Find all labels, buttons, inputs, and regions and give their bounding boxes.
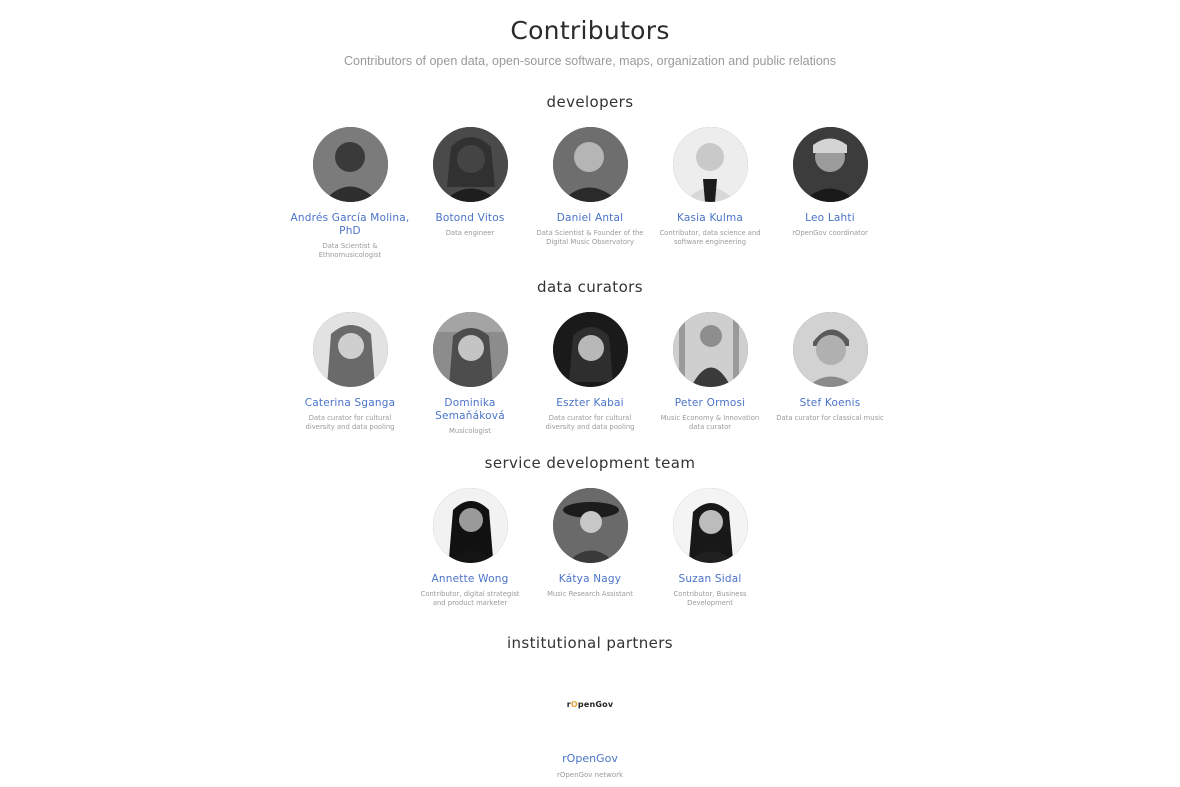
contributor-role: rOpenGov coordinator [792, 229, 868, 237]
partner-role: rOpenGov network [556, 771, 624, 779]
contributor-role: Contributor, data science and software e… [659, 229, 761, 246]
contributor-card: Daniel Antal Data Scientist & Founder of… [530, 127, 650, 247]
contributor-role: Music Economy & Innovation data curator [660, 414, 760, 431]
avatar[interactable] [432, 127, 508, 202]
contributor-card: Annette Wong Contributor, digital strate… [410, 488, 530, 608]
avatar[interactable] [432, 488, 508, 563]
section-title-data-curators: data curators [537, 278, 643, 296]
section-title-developers: developers [546, 93, 634, 111]
partner-name[interactable]: rOpenGov [0, 752, 1180, 765]
contributor-card: Botond Vitos Data engineer [410, 127, 530, 238]
contributor-role: Music Research Assistant [547, 590, 633, 598]
contributor-card: Andrés García Molina, PhD Data Scientist… [290, 127, 410, 260]
contributor-name[interactable]: Daniel Antal [530, 212, 650, 225]
avatar[interactable] [552, 312, 628, 387]
contributor-name[interactable]: Caterina Sganga [290, 397, 410, 410]
avatar[interactable] [552, 127, 628, 202]
avatar[interactable] [792, 312, 868, 387]
contributor-card: Caterina Sganga Data curator for cultura… [290, 312, 410, 432]
contributor-role: Data curator for cultural diversity and … [305, 414, 395, 431]
contributor-role: Data curator for classical music [776, 414, 884, 422]
contributor-name[interactable]: Stef Koenis [770, 397, 890, 410]
contributor-name[interactable]: Kátya Nagy [530, 573, 650, 586]
section-title-institutional-partners: institutional partners [506, 634, 674, 652]
contributor-name[interactable]: Peter Ormosi [650, 397, 770, 410]
contributor-role: Data engineer [445, 229, 495, 237]
contributor-name[interactable]: Andrés García Molina, PhD [290, 212, 410, 238]
contributor-name[interactable]: Eszter Kabai [530, 397, 650, 410]
contributor-card: Kátya Nagy Music Research Assistant [530, 488, 650, 599]
avatar[interactable] [312, 127, 388, 202]
contributor-name[interactable]: Dominika Semaňáková [410, 397, 530, 423]
contributor-card: Stef Koenis Data curator for classical m… [770, 312, 890, 423]
ropengov-logo[interactable]: rOpenGov [0, 700, 1180, 709]
contributor-role: Musicologist [449, 427, 491, 435]
contributor-card: Kasia Kulma Contributor, data science an… [650, 127, 770, 247]
avatar[interactable] [312, 312, 388, 387]
section-title-service-development-team: service development team [484, 454, 696, 472]
contributors-page: Contributors Contributors of open data, … [0, 0, 1180, 787]
contributor-card: Leo Lahti rOpenGov coordinator [770, 127, 890, 238]
contributor-role: Data curator for cultural diversity and … [545, 414, 635, 431]
avatar[interactable] [792, 127, 868, 202]
page-title: Contributors [510, 16, 670, 45]
contributor-name[interactable]: Annette Wong [410, 573, 530, 586]
contributor-role: Contributor, digital strategist and prod… [420, 590, 520, 607]
contributor-card: Peter Ormosi Music Economy & Innovation … [650, 312, 770, 432]
contributor-name[interactable]: Kasia Kulma [650, 212, 770, 225]
avatar[interactable] [672, 312, 748, 387]
contributor-name[interactable]: Suzan Sidal [650, 573, 770, 586]
contributor-name[interactable]: Botond Vitos [410, 212, 530, 225]
contributor-role: Data Scientist & Ethnomusicologist [318, 242, 382, 259]
avatar[interactable] [672, 127, 748, 202]
contributor-card: Eszter Kabai Data curator for cultural d… [530, 312, 650, 432]
page-subtitle: Contributors of open data, open-source s… [344, 54, 836, 68]
avatar[interactable] [552, 488, 628, 563]
contributor-role: Contributor, Business Development [673, 590, 747, 607]
contributor-role: Data Scientist & Founder of the Digital … [536, 229, 644, 246]
contributor-name[interactable]: Leo Lahti [770, 212, 890, 225]
contributor-card: Dominika Semaňáková Musicologist [410, 312, 530, 436]
avatar[interactable] [672, 488, 748, 563]
contributor-card: Suzan Sidal Contributor, Business Develo… [650, 488, 770, 608]
avatar[interactable] [432, 312, 508, 387]
